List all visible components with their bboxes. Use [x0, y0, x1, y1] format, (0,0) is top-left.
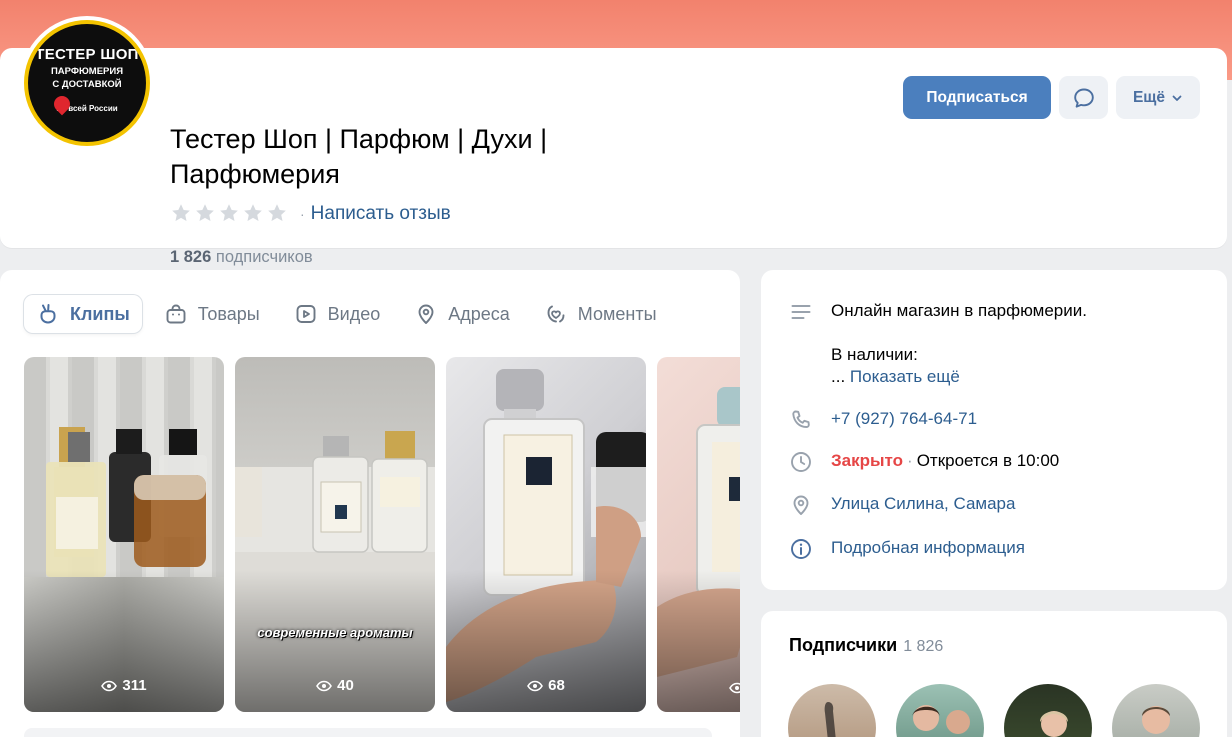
moments-icon: [547, 305, 565, 323]
star-icon[interactable]: [218, 202, 242, 226]
phone-number[interactable]: +7 (927) 764-64-71: [831, 408, 977, 430]
clock-icon: [791, 452, 811, 472]
message-icon: [1073, 88, 1094, 108]
avatar[interactable]: [1004, 684, 1092, 737]
subscribers-count[interactable]: 1 826 подписчиков: [170, 248, 313, 267]
tab-moments[interactable]: Моменты: [532, 295, 669, 333]
subscribers-title-text: Подписчики: [789, 635, 898, 655]
clip-views: [657, 682, 740, 694]
eye-icon: [101, 680, 118, 691]
more-button[interactable]: Ещё: [1116, 76, 1200, 119]
tab-clips[interactable]: Клипы: [24, 295, 142, 333]
next-section-placeholder: [24, 728, 712, 737]
description-text: Онлайн магазин в парфюмерии. В наличии: …: [831, 300, 1087, 388]
phone-icon: [792, 410, 810, 428]
info-card: Онлайн магазин в парфюмерии. В наличии: …: [761, 270, 1227, 590]
description-line: Онлайн магазин в парфюмерии.: [831, 301, 1087, 320]
location-pin-icon: [793, 495, 809, 515]
clip-views: 40: [235, 677, 435, 694]
star-icon[interactable]: [266, 202, 290, 226]
star-icon[interactable]: [242, 202, 266, 226]
separator-dot: ·: [907, 451, 913, 470]
avatar[interactable]: [1112, 684, 1200, 737]
address-row: Улица Силина, Самара: [789, 493, 1015, 517]
group-avatar[interactable]: ТЕСТЕР ШОП ПАРФЮМЕРИЯ С ДОСТАВКОЙ по все…: [20, 16, 154, 150]
star-icon[interactable]: [170, 202, 194, 226]
message-button[interactable]: [1059, 76, 1108, 119]
clip-views: 68: [446, 677, 646, 694]
content-tabs: Клипы Товары Видео Адреса Моменты: [24, 295, 679, 333]
details-row: Подробная информация: [789, 537, 1025, 561]
avatar[interactable]: [788, 684, 876, 737]
tab-goods-label: Товары: [197, 303, 260, 324]
clips-icon: [40, 304, 56, 324]
avatar[interactable]: [896, 684, 984, 737]
ellipsis: ...: [831, 367, 846, 386]
bag-icon: [166, 304, 186, 324]
address-link[interactable]: Улица Силина, Самара: [831, 493, 1015, 515]
hours-row: Закрыто · Откроется в 10:00: [789, 450, 1059, 474]
subscribers-label: подписчиков: [215, 248, 313, 266]
subscribers-number: 1 826: [170, 248, 212, 266]
content-card: Клипы Товары Видео Адреса Моменты 311 со…: [0, 270, 740, 737]
clip-caption: современные ароматы: [257, 625, 413, 640]
perfume-bottles-image: [24, 357, 224, 712]
avatar-text: ПАРФЮМЕРИЯ: [50, 65, 124, 77]
more-label: Ещё: [1132, 88, 1166, 106]
clip-views-count: 311: [122, 677, 147, 694]
eye-icon: [729, 682, 740, 694]
group-title: Тестер Шоп | Парфюм | Духи | Парфюмерия: [170, 124, 548, 189]
clip-views-count: 40: [337, 677, 354, 694]
tab-addresses-label: Адреса: [448, 303, 510, 324]
avatar-text: ТЕСТЕР ШОП: [35, 45, 139, 63]
status-closed: Закрыто: [831, 451, 904, 470]
location-pin-icon: [418, 304, 434, 324]
subscribers-title[interactable]: Подписчики 1 826: [789, 635, 943, 656]
video-icon: [296, 305, 316, 323]
show-more-link[interactable]: Показать ещё: [850, 367, 960, 386]
clip-views-count: 68: [548, 677, 565, 694]
info-icon: [791, 539, 811, 559]
perfume-bottle-image: [657, 357, 740, 712]
perfume-bottles-image: [235, 357, 435, 712]
separator-dot: ·: [300, 206, 305, 222]
clip-thumbnail[interactable]: современные ароматы 40: [235, 357, 435, 712]
subscribers-avatars: [788, 684, 1200, 737]
avatar-logo: ТЕСТЕР ШОП ПАРФЮМЕРИЯ С ДОСТАВКОЙ по все…: [24, 20, 150, 146]
clip-thumbnail[interactable]: 68: [446, 357, 646, 712]
description-line: В наличии:: [831, 345, 918, 364]
star-icon[interactable]: [194, 202, 218, 226]
avatar-text: С ДОСТАВКОЙ: [52, 78, 122, 90]
hours-text[interactable]: Закрыто · Откроется в 10:00: [831, 450, 1059, 472]
eye-icon: [527, 680, 544, 691]
clip-thumbnail[interactable]: 311: [24, 357, 224, 712]
clip-views: 311: [24, 677, 224, 694]
write-review-link[interactable]: Написать отзыв: [311, 203, 451, 225]
phone-row: +7 (927) 764-64-71: [789, 408, 977, 432]
chevron-down-icon: [1172, 95, 1182, 101]
tab-addresses[interactable]: Адреса: [402, 295, 522, 333]
tab-goods[interactable]: Товары: [152, 295, 272, 333]
subscribers-title-count: 1 826: [903, 638, 944, 655]
description-row: Онлайн магазин в парфюмерии. В наличии: …: [789, 300, 1087, 388]
tab-video[interactable]: Видео: [282, 295, 393, 333]
eye-icon: [316, 680, 333, 691]
group-header: Тестер Шоп | Парфюм | Духи | Парфюмерия …: [0, 48, 1227, 266]
subscribers-card: Подписчики 1 826: [761, 611, 1227, 737]
rating-row: · Написать отзыв: [170, 202, 451, 226]
clips-row: 311 современные ароматы 40 68: [24, 357, 740, 712]
perfume-bottle-in-hand-image: [446, 357, 646, 712]
description-lines-icon: [791, 305, 811, 319]
tab-clips-label: Клипы: [70, 303, 130, 324]
status-opens: Откроется в 10:00: [916, 451, 1060, 470]
details-link[interactable]: Подробная информация: [831, 537, 1025, 559]
clip-thumbnail[interactable]: [657, 357, 740, 712]
tab-video-label: Видео: [327, 303, 381, 324]
subscribe-button[interactable]: Подписаться: [903, 76, 1051, 119]
tab-moments-label: Моменты: [577, 303, 657, 324]
